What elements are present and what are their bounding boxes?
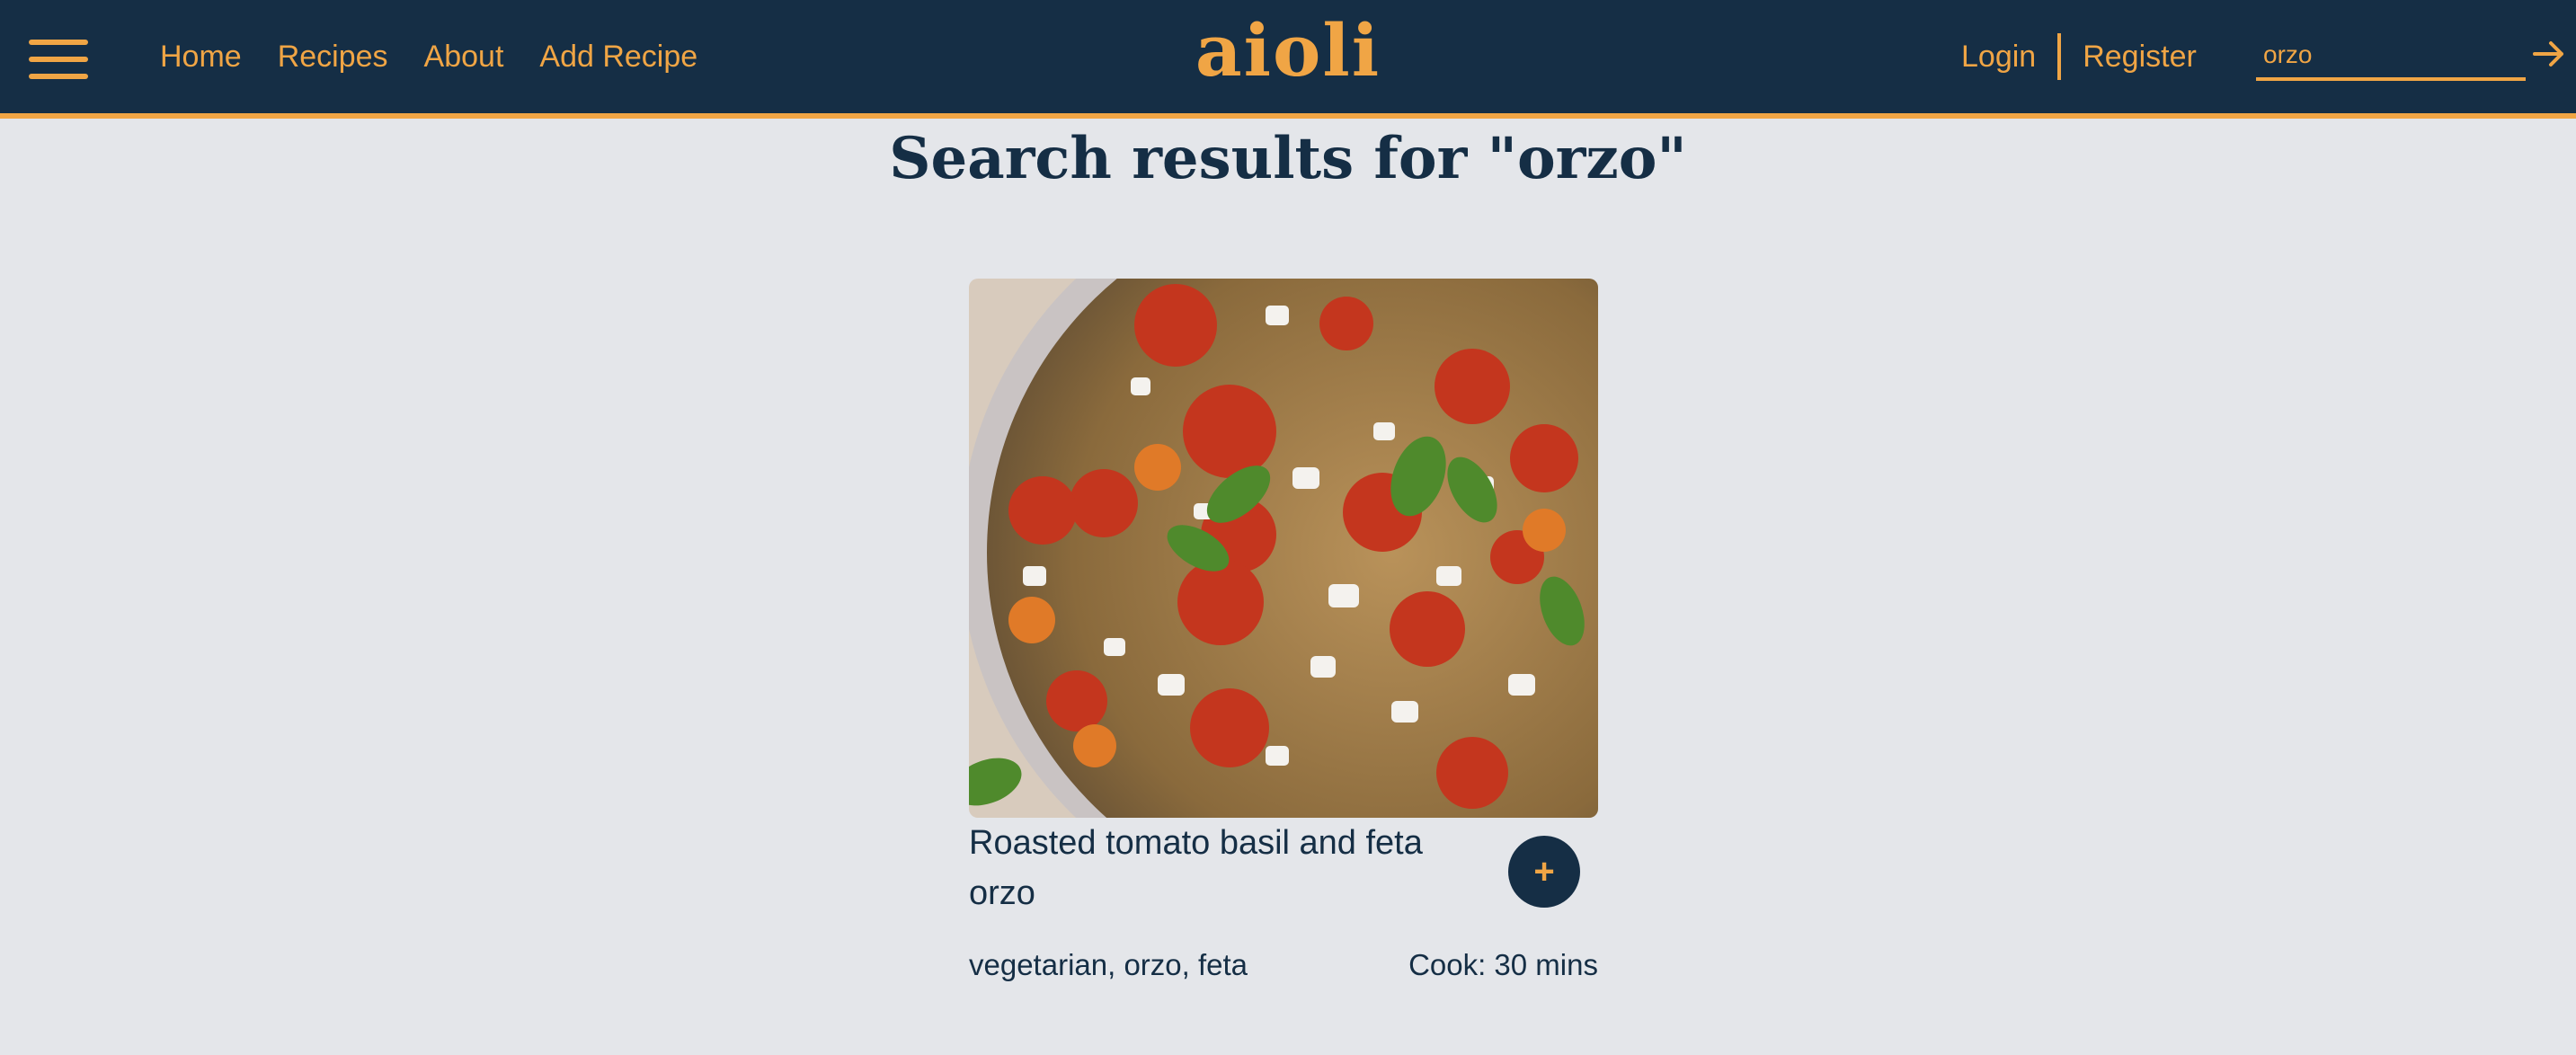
search-input[interactable] [2256, 32, 2517, 77]
navbar: Home Recipes About Add Recipe aioli Logi… [0, 0, 2576, 119]
add-recipe-button[interactable]: + [1508, 836, 1580, 908]
nav-link-about[interactable]: About [424, 40, 504, 75]
auth-links: Login Register [1961, 0, 2197, 113]
recipe-title[interactable]: Roasted tomato basil and feta orzo [969, 818, 1436, 918]
nav-link-home[interactable]: Home [160, 40, 242, 75]
register-link[interactable]: Register [2083, 40, 2197, 75]
nav-link-add-recipe[interactable]: Add Recipe [539, 40, 697, 75]
nav-link-recipes[interactable]: Recipes [278, 40, 388, 75]
nav-links: Home Recipes About Add Recipe [160, 0, 697, 113]
recipe-photo [969, 279, 1598, 818]
recipe-meta: vegetarian, orzo, feta Cook: 30 mins [969, 944, 1598, 987]
page-title: Search results for "orzo" [889, 125, 1687, 192]
recipe-card: Roasted tomato basil and feta orzo + veg… [969, 279, 1598, 997]
recipe-tags: vegetarian, orzo, feta [969, 948, 1248, 981]
login-link[interactable]: Login [1961, 40, 2036, 75]
search-field [2256, 32, 2526, 81]
recipe-image[interactable] [969, 279, 1598, 818]
arrow-right-icon[interactable] [2531, 36, 2567, 72]
recipe-cook-time: Cook: 30 mins [1408, 948, 1598, 981]
auth-divider [2057, 33, 2062, 80]
hamburger-menu-icon[interactable] [29, 36, 88, 83]
